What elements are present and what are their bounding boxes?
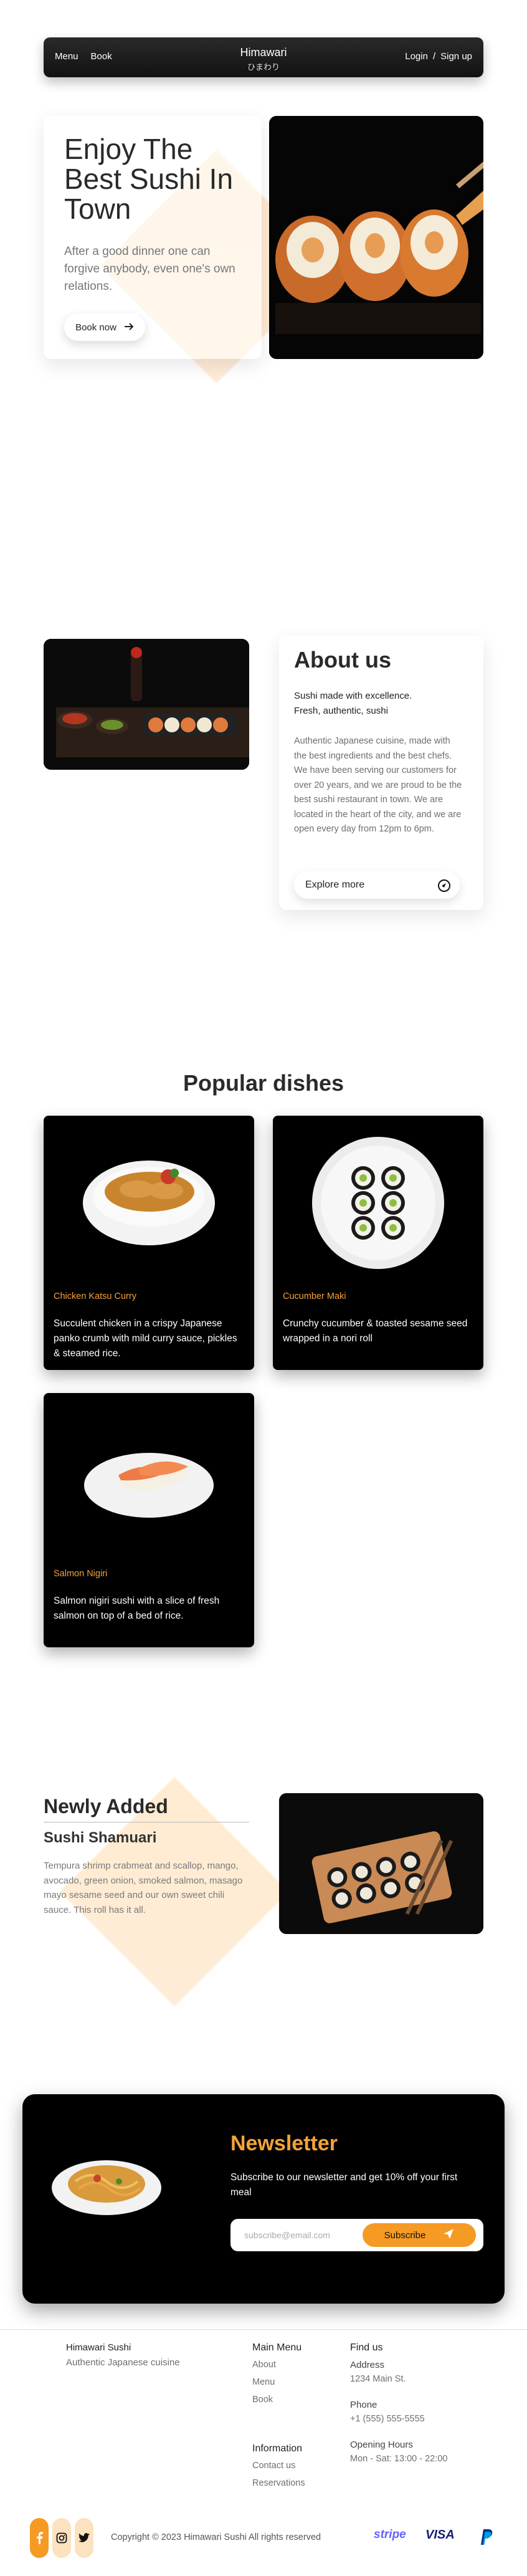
about-tagline-1: Sushi made with excellence. <box>294 691 412 701</box>
footer-link-menu[interactable]: Menu <box>252 2377 275 2387</box>
about-body: Authentic Japanese cuisine, made with th… <box>294 736 462 834</box>
visa-logo: VISA <box>425 2528 455 2542</box>
about-sushi-image <box>44 639 249 770</box>
subscribe-button[interactable]: Subscribe <box>363 2223 476 2247</box>
about-tagline-2: Fresh, authentic, sushi <box>294 706 388 716</box>
book-now-button[interactable]: Book now <box>64 314 145 341</box>
dish-card[interactable]: Salmon Nigiri Salmon nigiri sushi with a… <box>44 1393 254 1647</box>
signup-link[interactable]: Sign up <box>440 51 472 62</box>
cucumber-maki-image <box>312 1137 444 1269</box>
footer-link-book[interactable]: Book <box>252 2395 273 2405</box>
footer-brand: Himawari Sushi <box>66 2342 131 2353</box>
arrow-right-icon <box>124 322 134 333</box>
paypal-icon <box>478 2528 493 2549</box>
dish-description: Crunchy cucumber & toasted sesame seed w… <box>283 1318 468 1344</box>
top-navbar: Menu Book Himawari ひまわり Login / Sign up <box>44 37 483 77</box>
instagram-icon[interactable] <box>52 2518 71 2558</box>
phone-value[interactable]: +1 (555) 555-5555 <box>350 2414 425 2424</box>
subscribe-label: Subscribe <box>384 2229 426 2241</box>
hero-sushi-image <box>269 116 483 359</box>
noodles-image <box>52 2160 161 2215</box>
dish-description: Succulent chicken in a crispy Japanese p… <box>54 1318 237 1359</box>
footer-link-reservations[interactable]: Reservations <box>252 2478 305 2488</box>
newsletter-form: Subscribe <box>230 2219 483 2251</box>
salmon-nigiri-image <box>84 1453 214 1518</box>
newly-added-title: Newly Added <box>44 1795 168 1817</box>
facebook-icon[interactable] <box>30 2518 49 2558</box>
address-label: Address <box>350 2360 385 2370</box>
hero-title: Enjoy The Best Sushi In Town <box>64 133 234 225</box>
brand-subtitle: ひまわり <box>247 62 280 72</box>
newsletter-text: Subscribe to our newsletter and get 10% … <box>230 2172 458 2198</box>
compass-icon <box>437 879 451 896</box>
dish-name: Salmon Nigiri <box>54 1569 108 1579</box>
hero-subtitle: After a good dinner one can forgive anyb… <box>64 245 235 293</box>
new-dish-name: Sushi Shamuari <box>44 1829 157 1846</box>
nav-separator: / <box>432 51 436 62</box>
dish-card[interactable]: Chicken Katsu Curry Succulent chicken in… <box>44 1116 254 1370</box>
book-now-label: Book now <box>75 322 116 333</box>
twitter-icon[interactable] <box>75 2518 93 2558</box>
footer-brand-sub: Authentic Japanese cuisine <box>66 2357 180 2368</box>
footer-link-contact[interactable]: Contact us <box>252 2461 295 2471</box>
footer-information-title: Information <box>252 2443 303 2454</box>
newsletter-title: Newsletter <box>230 2132 338 2155</box>
footer-link-about[interactable]: About <box>252 2360 276 2370</box>
popular-dishes-title: Popular dishes <box>183 1070 344 1096</box>
login-link[interactable]: Login <box>405 51 428 62</box>
dish-description: Salmon nigiri sushi with a slice of fres… <box>54 1596 220 1621</box>
explore-more-label: Explore more <box>305 879 365 890</box>
footer-find-us-title: Find us <box>350 2342 383 2353</box>
stripe-logo: stripe <box>374 2528 406 2541</box>
dish-name: Chicken Katsu Curry <box>54 1291 136 1301</box>
email-field[interactable] <box>244 2228 363 2243</box>
about-tagline: Sushi made with excellence. Fresh, authe… <box>294 689 468 719</box>
chicken-katsu-image <box>83 1161 215 1245</box>
footer-main-menu-title: Main Menu <box>252 2342 302 2353</box>
address-value: 1234 Main St. <box>350 2374 406 2384</box>
send-icon <box>443 2228 454 2242</box>
explore-more-button[interactable]: Explore more <box>294 871 460 899</box>
dish-card[interactable]: Cucumber Maki Crunchy cucumber & toasted… <box>273 1116 483 1370</box>
new-dish-image <box>279 1793 483 1934</box>
dish-name: Cucumber Maki <box>283 1291 346 1301</box>
phone-label: Phone <box>350 2400 377 2410</box>
hours-value: Mon - Sat: 13:00 - 22:00 <box>350 2454 448 2464</box>
new-dish-description: Tempura shrimp crabmeat and scallop, man… <box>44 1860 243 1915</box>
about-title: About us <box>294 647 391 673</box>
footer-divider <box>0 2329 527 2330</box>
copyright-text: Copyright © 2023 Himawari Sushi All righ… <box>111 2532 321 2542</box>
hours-label: Opening Hours <box>350 2440 413 2450</box>
nav-right: Login / Sign up <box>405 51 472 62</box>
